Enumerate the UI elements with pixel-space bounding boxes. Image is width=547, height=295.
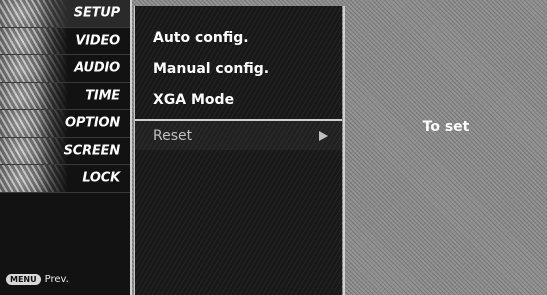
menu-item-label: OPTION [64,115,120,131]
screen-thumbnail-icon [0,137,68,164]
info-text: To set [422,119,470,135]
prev-label: Prev. [44,274,69,285]
arrow-right-icon [319,130,328,141]
info-panel: To set [343,6,547,295]
submenu-item-manual-config[interactable]: Manual config. [135,53,342,84]
menu-item-lock[interactable]: LOCK [0,165,130,193]
setup-submenu: Auto config. Manual config. XGA Mode Res… [134,6,342,295]
submenu-item-reset[interactable]: Reset [135,119,342,150]
video-thumbnail-icon [0,27,68,54]
menu-item-label: VIDEO [75,33,120,49]
menu-item-time[interactable]: TIME [0,82,130,110]
menu-item-label: SCREEN [63,143,121,159]
setup-thumbnail-icon [0,0,68,27]
submenu-item-auto-config[interactable]: Auto config. [135,22,342,53]
menu-key-icon: MENU [6,274,41,285]
main-menu: SETUP VIDEO AUDIO TIME OPTION SCREEN LOC… [0,0,132,295]
menu-item-label: TIME [85,88,120,104]
submenu-item-xga-mode[interactable]: XGA Mode [135,84,342,115]
menu-item-video[interactable]: VIDEO [0,27,130,55]
tv-osd-screen: SETUP VIDEO AUDIO TIME OPTION SCREEN LOC… [0,0,547,295]
submenu-item-label: Auto config. [153,29,249,46]
menu-item-screen[interactable]: SCREEN [0,137,130,165]
menu-item-label: LOCK [82,170,120,186]
menu-item-label: SETUP [73,5,120,21]
menu-item-audio[interactable]: AUDIO [0,55,130,83]
prev-hint[interactable]: MENU Prev. [6,274,69,285]
submenu-item-label: XGA Mode [153,91,235,108]
submenu-item-label: Reset [153,127,193,144]
lock-thumbnail-icon [0,165,68,192]
audio-thumbnail-icon [0,55,68,82]
time-thumbnail-icon [0,82,68,109]
submenu-item-label: Manual config. [153,60,270,77]
menu-item-option[interactable]: OPTION [0,110,130,138]
menu-item-label: AUDIO [74,60,120,76]
menu-item-setup[interactable]: SETUP [0,0,130,28]
option-thumbnail-icon [0,110,68,137]
